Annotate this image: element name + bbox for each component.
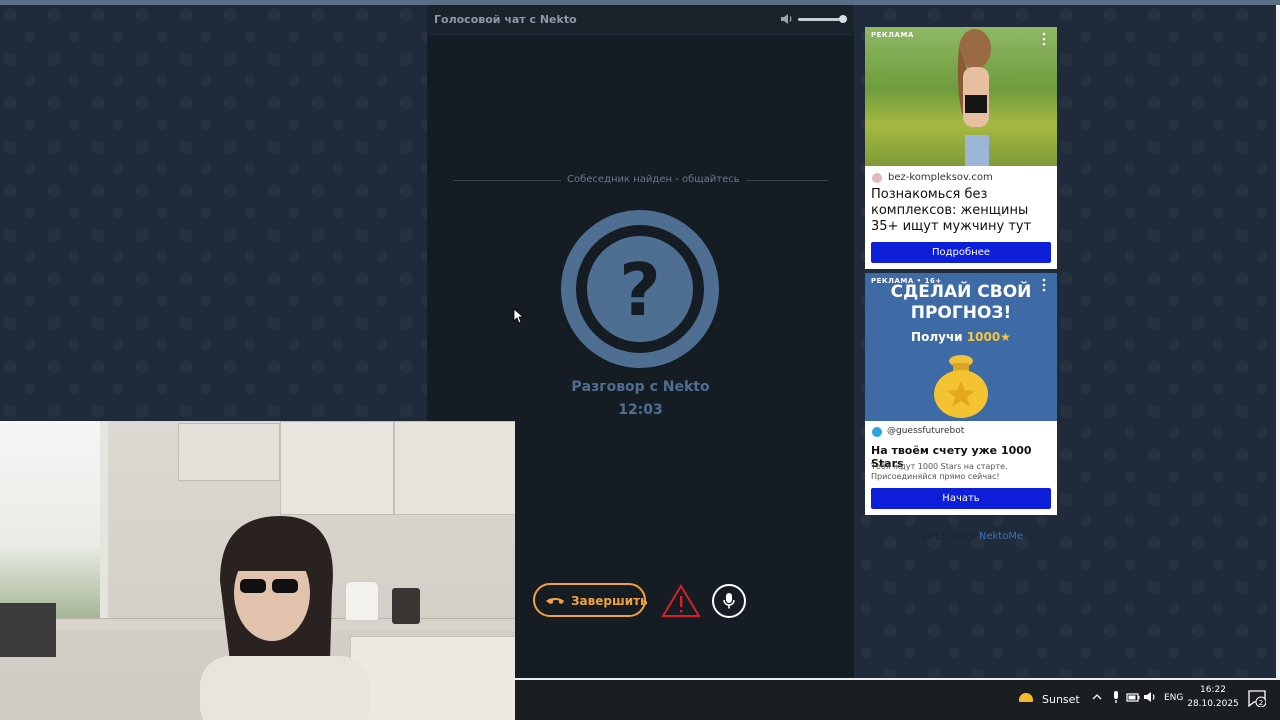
ad-image: РЕКЛАМА • 16+ СДЕЛАЙ СВОЙ ПРОГНОЗ! Получ…: [865, 273, 1057, 421]
report-warning-icon[interactable]: [661, 584, 701, 618]
end-call-label: Завершить: [571, 594, 648, 608]
telegram-icon: [872, 427, 882, 437]
webcam-french-press: [392, 588, 420, 624]
status-message: Собеседник найден - общайтесь: [561, 174, 746, 185]
partner-avatar-question-icon: ?: [561, 210, 719, 368]
notification-center-icon[interactable]: 2: [1248, 689, 1266, 707]
microphone-button[interactable]: [712, 584, 746, 618]
webcam-person: [200, 516, 370, 720]
chat-title: Голосовой чат с Nekto: [434, 13, 577, 26]
webcam-window: [0, 421, 108, 626]
site-favicon-icon: [872, 173, 882, 183]
weather-label[interactable]: Sunset: [1042, 693, 1080, 706]
volume-slider[interactable]: [798, 18, 842, 21]
webcam-cabinet: [394, 421, 515, 515]
ad-headline[interactable]: Познакомься без комплексов: женщины 35+ …: [871, 187, 1053, 235]
battery-icon[interactable]: [1126, 690, 1140, 704]
ad-subtitle: Получи 1000★: [865, 330, 1057, 344]
ad-subtitle-value: 1000★: [966, 330, 1011, 344]
webcam-stove: [0, 603, 56, 657]
ad-menu-dots-icon[interactable]: [1041, 32, 1047, 46]
taskbar: Sunset ENG 16:22 28.10.2025 2: [515, 678, 1280, 720]
tray-chevron-up-icon[interactable]: [1091, 691, 1103, 703]
ad-cta-button[interactable]: Подробнее: [871, 242, 1051, 263]
page-scrollbar[interactable]: [1276, 5, 1280, 678]
brand-link[interactable]: NektoMe: [979, 531, 1023, 542]
volume-slider-handle[interactable]: [839, 15, 847, 23]
ad-title-line: ПРОГНОЗ!: [910, 303, 1012, 323]
microphone-tray-icon[interactable]: [1109, 690, 1123, 704]
ad-text: Тебя ждут 1000 Stars на старте. Присоеди…: [871, 462, 1008, 481]
clock-date[interactable]: 28.10.2025: [1187, 699, 1239, 709]
ad-photo-woman: [957, 29, 991, 166]
ad-subtitle-text: Получи: [911, 330, 963, 344]
chat-header: Голосовой чат с Nekto: [427, 5, 854, 35]
mouse-cursor-icon: [513, 308, 523, 324]
volume-icon[interactable]: [780, 12, 794, 26]
hang-up-phone-icon: [546, 598, 564, 604]
webcam-cabinet: [280, 421, 394, 515]
money-bag-star-icon: [934, 355, 988, 418]
microphone-icon: [723, 593, 735, 609]
notification-count: 2: [1259, 699, 1263, 707]
ad-badge: РЕКЛАМА: [871, 31, 914, 39]
end-call-button[interactable]: Завершить: [533, 583, 648, 617]
ad-site[interactable]: @guessfuturebot: [887, 426, 964, 436]
webcam-cabinet: [178, 423, 280, 481]
sunset-weather-icon[interactable]: [1017, 689, 1035, 707]
ad-image: РЕКЛАМА: [865, 27, 1057, 166]
call-timer: 12:03: [618, 402, 663, 418]
svg-text:?: ?: [619, 248, 661, 332]
webcam-preview: [0, 421, 515, 720]
ad-cta-button[interactable]: Начать: [871, 488, 1051, 509]
partner-name: Разговор с Nekto: [571, 379, 710, 395]
speaker-icon[interactable]: [1143, 690, 1157, 704]
footer-copyright: © 2011-2025 NektoMe: [908, 531, 1023, 542]
ad-banner-stars[interactable]: РЕКЛАМА • 16+ СДЕЛАЙ СВОЙ ПРОГНОЗ! Получ…: [865, 273, 1057, 515]
clock-time[interactable]: 16:22: [1193, 685, 1233, 695]
language-indicator[interactable]: ENG: [1164, 693, 1183, 703]
copyright-text: © 2011-2025: [908, 531, 976, 542]
ad-title: СДЕЛАЙ СВОЙ ПРОГНОЗ!: [865, 282, 1057, 324]
ad-banner-dating[interactable]: РЕКЛАМА bez-kompleksov.com Познакомься б…: [865, 27, 1057, 269]
ad-title-line: СДЕЛАЙ СВОЙ: [890, 282, 1032, 302]
ad-site[interactable]: bez-kompleksov.com: [888, 172, 993, 183]
